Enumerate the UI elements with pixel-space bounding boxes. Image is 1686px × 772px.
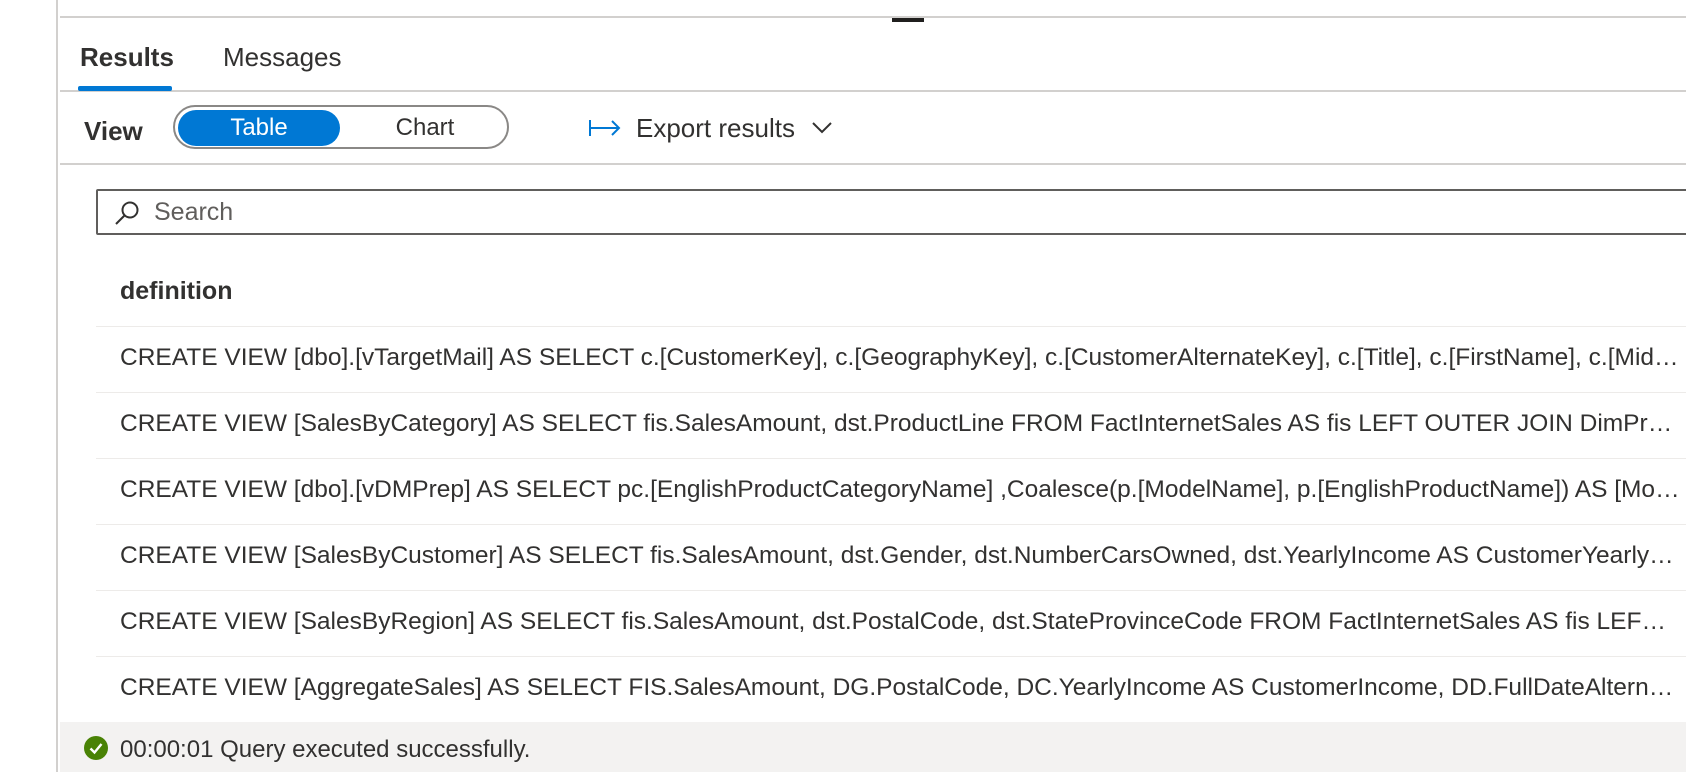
results-tab-bar: Results Messages: [60, 22, 1686, 92]
export-results-label: Export results: [636, 112, 795, 143]
table-cell: CREATE VIEW [dbo].[vTargetMail] AS SELEC…: [120, 344, 1680, 371]
table-row[interactable]: CREATE VIEW [dbo].[vTargetMail] AS SELEC…: [96, 327, 1686, 393]
chevron-down-icon: [812, 122, 832, 134]
active-tab-indicator: [78, 86, 172, 91]
table-row[interactable]: CREATE VIEW [SalesByRegion] AS SELECT fi…: [96, 591, 1686, 657]
view-chart-button[interactable]: Chart: [345, 110, 505, 146]
status-bar: 00:00:01 Query executed successfully.: [60, 722, 1686, 772]
status-message: 00:00:01 Query executed successfully.: [120, 736, 531, 763]
grid-header: definition: [96, 255, 1686, 327]
results-toolbar: View Table Chart Export results: [60, 92, 1686, 165]
table-cell: CREATE VIEW [SalesByRegion] AS SELECT fi…: [120, 608, 1680, 635]
search-input[interactable]: [154, 195, 1654, 229]
tab-messages[interactable]: Messages: [223, 42, 342, 73]
search-box: [96, 189, 1686, 235]
table-row[interactable]: CREATE VIEW [dbo].[vDMPrep] AS SELECT pc…: [96, 459, 1686, 525]
search-icon: [115, 201, 139, 225]
table-row[interactable]: CREATE VIEW [SalesByCategory] AS SELECT …: [96, 393, 1686, 459]
table-cell: CREATE VIEW [SalesByCustomer] AS SELECT …: [120, 542, 1680, 569]
export-arrow-icon: [589, 120, 621, 136]
results-grid: definition CREATE VIEW [dbo].[vTargetMai…: [96, 255, 1686, 722]
table-row[interactable]: CREATE VIEW [SalesByCustomer] AS SELECT …: [96, 525, 1686, 591]
table-cell: CREATE VIEW [SalesByCategory] AS SELECT …: [120, 410, 1680, 437]
column-header-definition[interactable]: definition: [120, 277, 232, 306]
view-label: View: [84, 116, 143, 146]
table-cell: CREATE VIEW [AggregateSales] AS SELECT F…: [120, 674, 1680, 701]
table-row[interactable]: CREATE VIEW [AggregateSales] AS SELECT F…: [96, 657, 1686, 722]
left-gutter: [0, 0, 58, 772]
view-toggle: Table Chart: [173, 105, 509, 149]
editor-pane-edge: [60, 0, 1686, 18]
export-results-button[interactable]: Export results: [588, 108, 833, 148]
success-check-icon: [84, 736, 108, 760]
view-table-button[interactable]: Table: [178, 110, 340, 146]
tab-results[interactable]: Results: [80, 42, 174, 73]
table-cell: CREATE VIEW [dbo].[vDMPrep] AS SELECT pc…: [120, 476, 1680, 503]
